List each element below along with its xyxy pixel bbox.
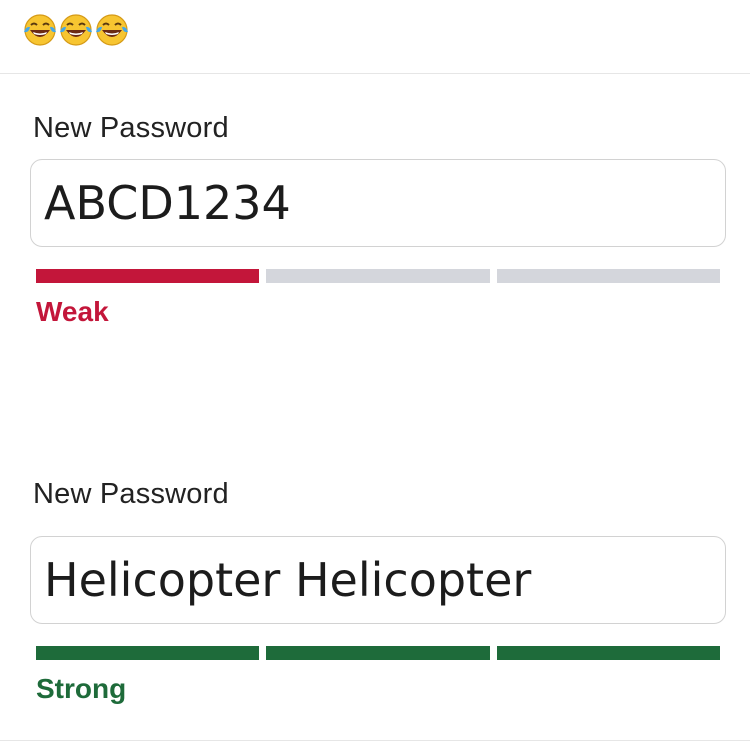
field-label: New Password <box>33 478 229 510</box>
meter-segment <box>496 646 720 660</box>
tears-of-joy-emoji-icon <box>60 14 92 46</box>
password-field-weak: New Password ABCD1234 Weak <box>30 108 726 338</box>
divider <box>0 740 750 741</box>
password-value: ABCD1234 <box>44 176 291 230</box>
meter-segment <box>266 646 490 660</box>
password-input[interactable]: ABCD1234 <box>30 159 726 247</box>
field-label: New Password <box>33 112 229 144</box>
meter-segment <box>266 269 490 283</box>
strength-label: Strong <box>36 673 127 704</box>
strength-label: Weak <box>36 296 109 327</box>
meter-segment <box>36 646 260 660</box>
tears-of-joy-emoji-icon <box>24 14 56 46</box>
meter-segment <box>36 269 260 283</box>
password-value: Helicopter Helicopter <box>44 553 532 607</box>
post-header <box>0 0 750 74</box>
meter-segment <box>496 269 720 283</box>
tears-of-joy-emoji-icon <box>96 14 128 46</box>
password-field-strong: New Password Helicopter Helicopter Stron… <box>30 474 726 714</box>
reaction-emojis <box>22 12 130 48</box>
strength-meter <box>36 269 720 283</box>
strength-meter <box>36 646 720 660</box>
password-input[interactable]: Helicopter Helicopter <box>30 536 726 624</box>
